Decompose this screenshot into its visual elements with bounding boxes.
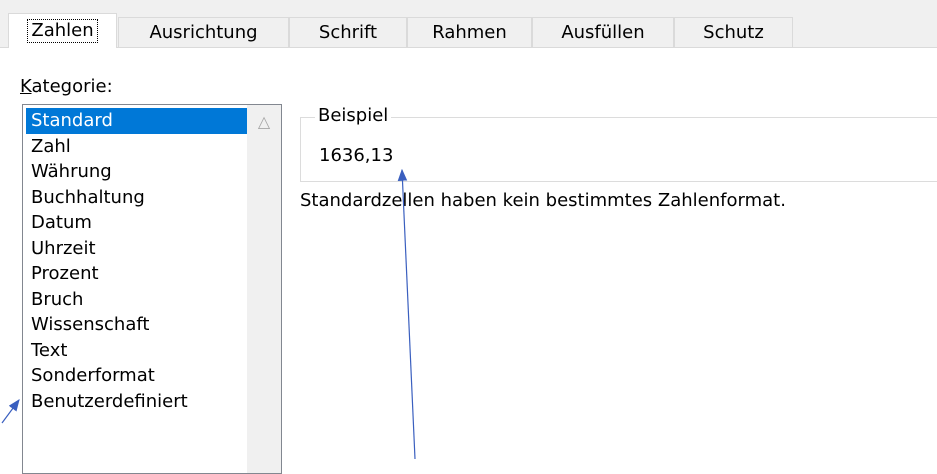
annotation-arrow-left bbox=[1, 399, 20, 424]
tab-zahlen-label: Zahlen bbox=[27, 19, 98, 43]
annotation-arrows bbox=[1, 168, 416, 459]
annotation-arrow-center bbox=[397, 168, 416, 459]
tab-zahlen[interactable]: Zahlen bbox=[8, 13, 117, 48]
